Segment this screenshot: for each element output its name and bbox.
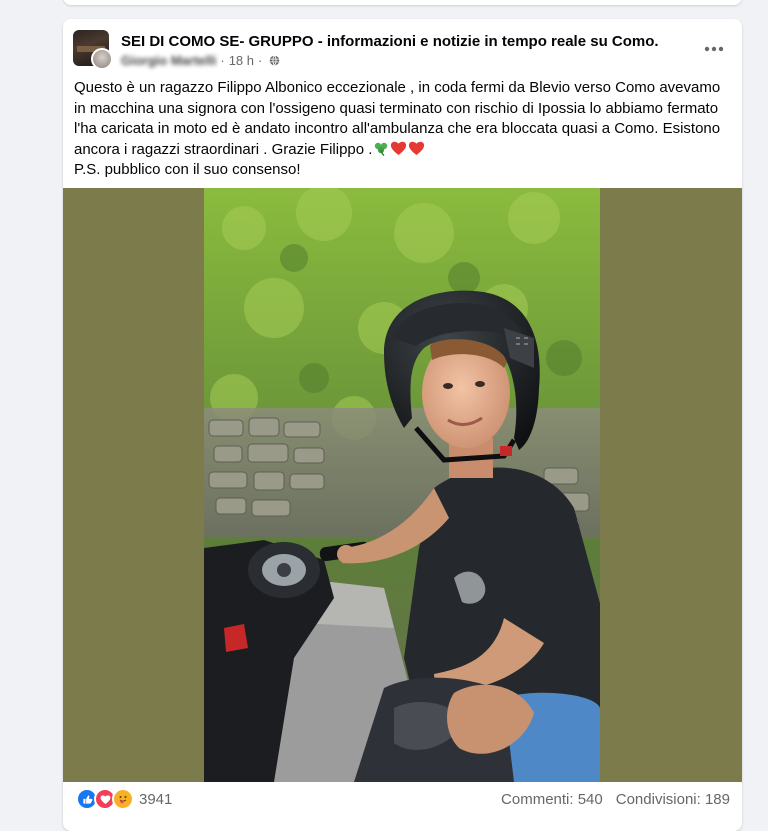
shares-count-link[interactable]: Condivisioni: 189 [616, 791, 730, 808]
feed-post: SEI DI COMO SE- GRUPPO - informazioni e … [63, 19, 742, 831]
clover-emoji [375, 142, 388, 156]
globe-icon [270, 55, 280, 66]
post-timestamp[interactable]: 18 h [229, 53, 254, 68]
meta-separator: · [220, 53, 225, 68]
red-heart-emoji [391, 141, 407, 155]
post-media[interactable] [63, 188, 742, 782]
post-body: Questo è un ragazzo Filippo Albonico ecc… [74, 78, 734, 181]
red-heart-emoji [409, 141, 425, 155]
post-avatar-stack[interactable] [73, 30, 113, 70]
reactions-bar: 3941 Commenti: 540 Condivisioni: 189 [63, 782, 742, 816]
comments-count-link[interactable]: Commenti: 540 [501, 791, 603, 808]
user-avatar[interactable] [91, 48, 113, 70]
previous-post-card [63, 0, 742, 5]
post-text-paragraph: Questo è un ragazzo Filippo Albonico ecc… [74, 78, 734, 160]
reaction-count[interactable]: 3941 [139, 791, 172, 808]
care-icon [112, 788, 134, 810]
meta-separator-2: · [258, 53, 263, 68]
post-text-ps: P.S. pubblico con il suo consenso! [74, 161, 301, 178]
author-name-link[interactable]: Giorgio Martelli [121, 53, 216, 68]
group-name-link[interactable]: SEI DI COMO SE- GRUPPO - informazioni e … [121, 33, 659, 50]
more-options-button[interactable] [698, 35, 730, 63]
reaction-icons[interactable] [76, 788, 134, 810]
more-horizontal-icon [704, 46, 724, 52]
engagement-stats: Commenti: 540 Condivisioni: 189 [501, 791, 730, 808]
post-meta: Giorgio Martelli · 18 h · [121, 53, 280, 68]
post-photo[interactable] [204, 188, 600, 782]
